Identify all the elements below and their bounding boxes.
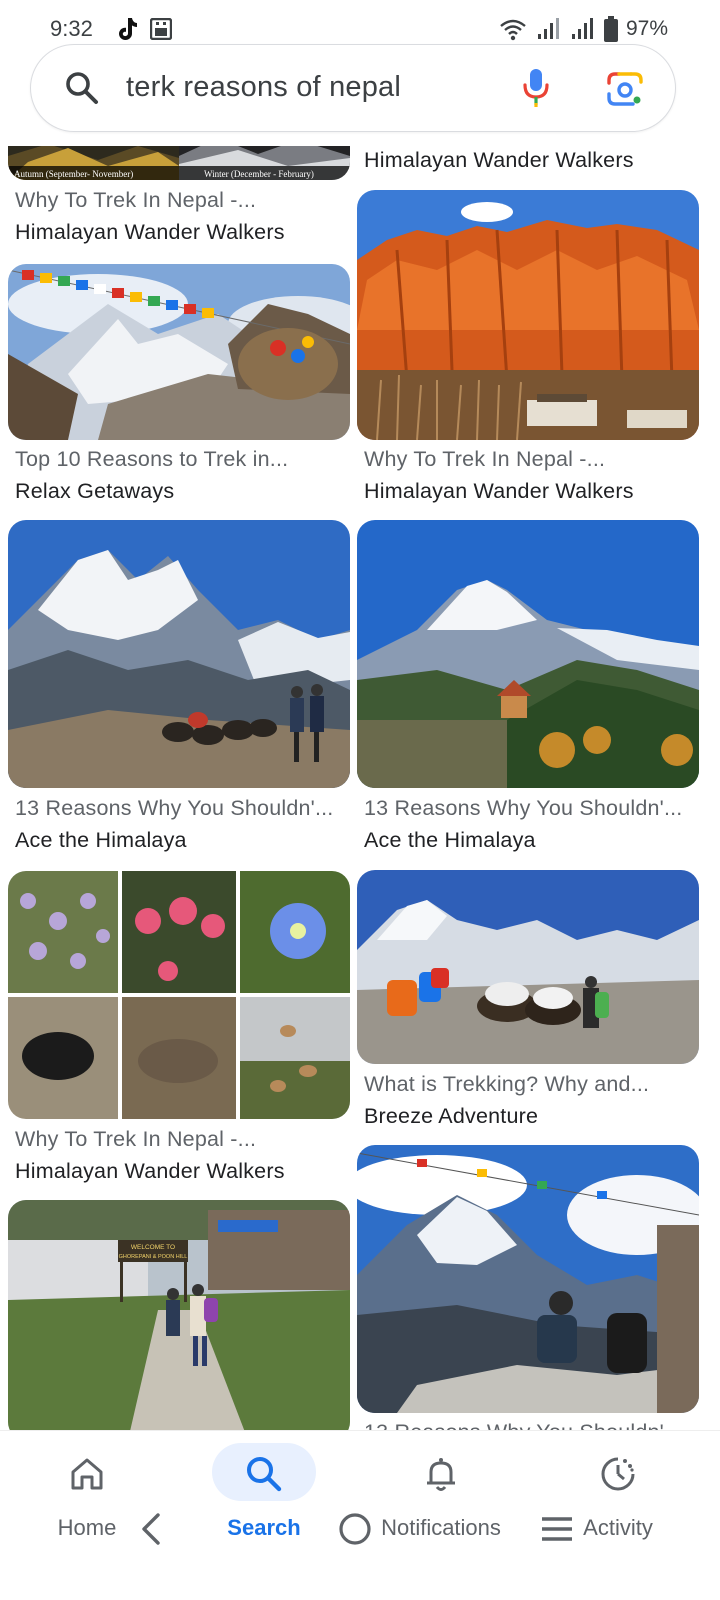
result-title[interactable]: Why To Trek In Nepal -... <box>15 188 256 213</box>
search-icon <box>247 1457 282 1492</box>
bell-icon <box>427 1458 455 1491</box>
gallery-icon <box>150 18 172 40</box>
result-image[interactable]: WELCOME TO GHOREPANI & POON HILL <box>8 1200 350 1430</box>
result-image[interactable] <box>8 264 350 440</box>
home-icon <box>71 1458 103 1490</box>
result-source[interactable]: Himalayan Wander Walkers <box>364 148 634 173</box>
sign-line-1: WELCOME TO <box>131 1244 175 1251</box>
result-source[interactable]: Himalayan Wander Walkers <box>15 1159 285 1184</box>
result-image[interactable]: Autumn (September- November) Winter (Dec… <box>8 146 350 180</box>
result-source[interactable]: Breeze Adventure <box>364 1104 538 1129</box>
sign-line-2: GHOREPANI & POON HILL <box>119 1254 188 1260</box>
tiktok-icon <box>119 18 137 40</box>
result-title[interactable]: 13 Reasons Why You Shouldn'... <box>15 796 334 821</box>
result-source[interactable]: Ace the Himalaya <box>15 828 187 853</box>
signal-icon-1 <box>537 18 559 39</box>
result-image[interactable] <box>8 520 350 788</box>
result-title[interactable]: Top 10 Reasons to Trek in... <box>15 447 288 472</box>
activity-icon <box>601 1457 635 1491</box>
result-image[interactable] <box>357 520 699 788</box>
result-title[interactable]: What is Trekking? Why and... <box>364 1072 649 1097</box>
battery-percent: 97% <box>625 17 668 40</box>
image-results-grid[interactable]: Autumn (September- November) Winter (Dec… <box>0 146 720 1430</box>
search-input[interactable]: terk reasons of nepal <box>126 71 401 104</box>
recents-icon[interactable] <box>540 1514 574 1544</box>
season-label-winter: Winter (December - February) <box>204 169 314 179</box>
status-indicators: 97% <box>498 16 668 42</box>
system-home-icon[interactable] <box>338 1512 372 1546</box>
result-image[interactable] <box>8 871 350 1119</box>
result-title[interactable]: 13 Reasons Why You Shouldn'... <box>364 796 683 821</box>
nav-notifications[interactable]: Notifications <box>366 1431 516 1551</box>
wifi-icon <box>500 19 526 41</box>
season-label-autumn: Autumn (September- November) <box>14 169 133 179</box>
result-image[interactable] <box>357 870 699 1064</box>
result-title[interactable]: 13 Reasons Why You Shouldn'... <box>364 1420 683 1430</box>
voice-search-icon[interactable] <box>521 67 551 109</box>
back-icon[interactable] <box>138 1512 164 1546</box>
status-bar: 9:32 97% <box>0 0 720 46</box>
result-source[interactable]: Himalayan Wander Walkers <box>364 479 634 504</box>
result-image[interactable] <box>357 190 699 440</box>
result-title[interactable]: Why To Trek In Nepal -... <box>15 1127 256 1152</box>
signal-icon-2 <box>571 18 593 39</box>
result-source[interactable]: Ace the Himalaya <box>364 828 536 853</box>
result-title[interactable]: Why To Trek In Nepal -... <box>364 447 605 472</box>
battery-icon <box>603 16 618 42</box>
nav-search[interactable]: Search <box>189 1431 339 1551</box>
result-source[interactable]: Himalayan Wander Walkers <box>15 220 285 245</box>
result-source[interactable]: Relax Getaways <box>15 479 174 504</box>
status-time: 9:32 <box>50 16 93 41</box>
search-bar[interactable]: terk reasons of nepal <box>30 44 676 132</box>
google-lens-icon[interactable] <box>606 71 644 107</box>
result-image[interactable] <box>357 1145 699 1413</box>
search-icon[interactable] <box>65 71 99 105</box>
nav-notifications-label: Notifications <box>381 1515 501 1540</box>
nav-search-label: Search <box>227 1515 301 1540</box>
